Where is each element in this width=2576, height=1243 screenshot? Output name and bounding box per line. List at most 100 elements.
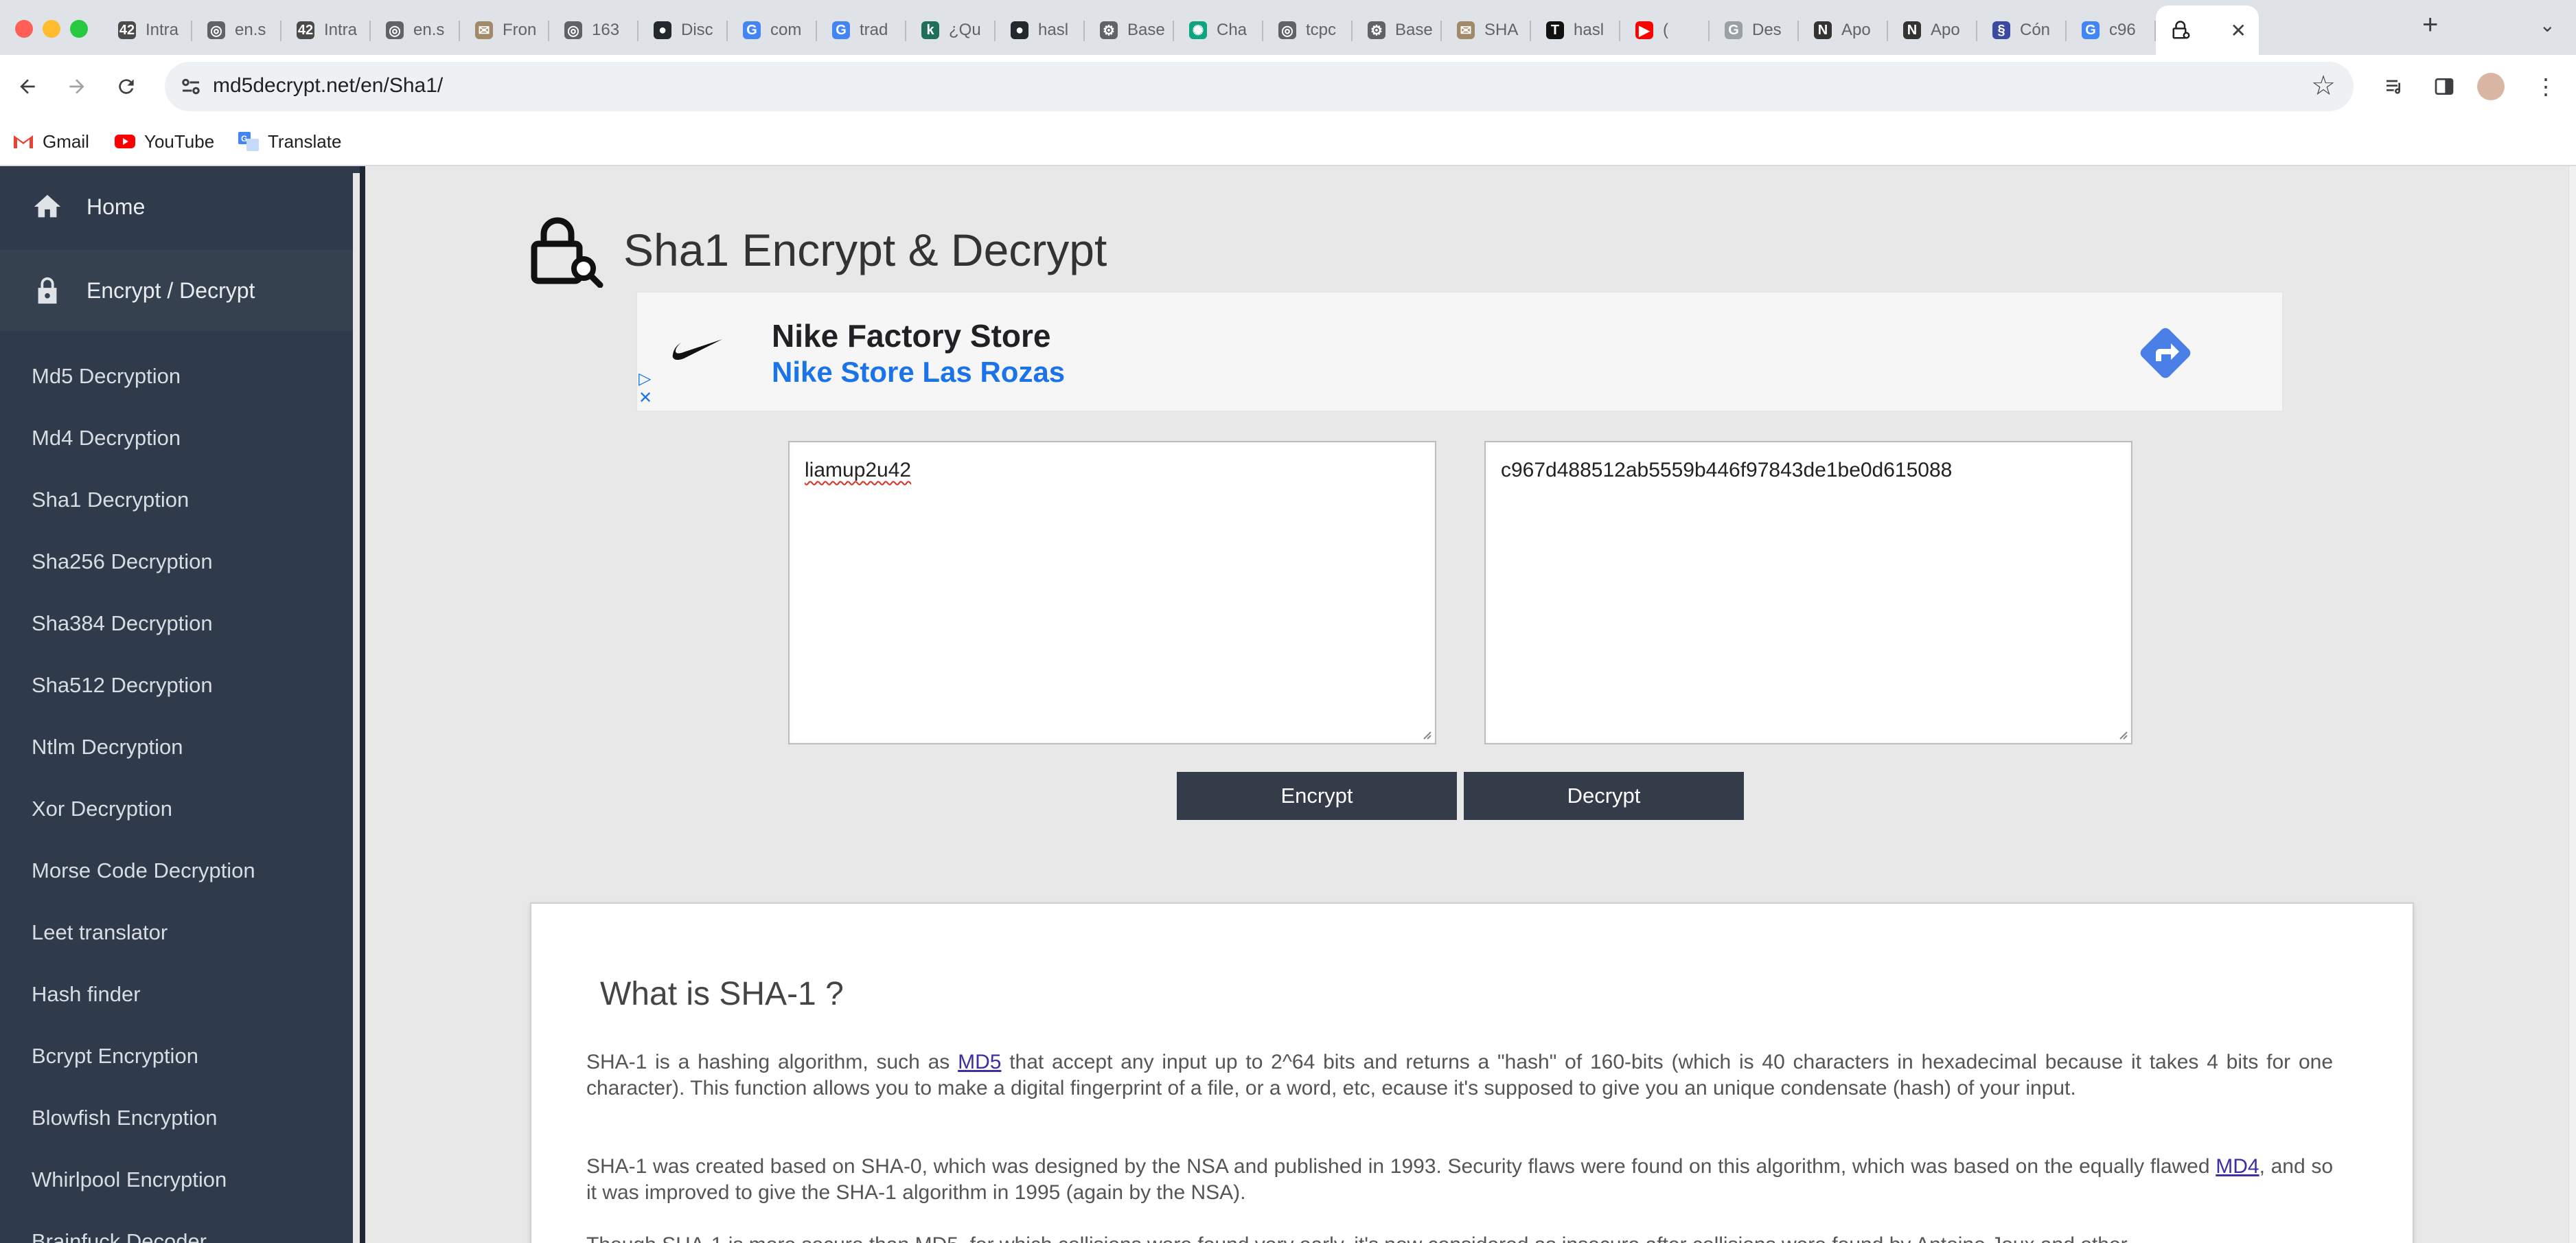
plaintext-value[interactable]: liamup2u42	[805, 459, 911, 482]
tab-22[interactable]: Gc96	[2067, 5, 2156, 55]
new-tab-button[interactable]: +	[2422, 10, 2438, 41]
resize-grip-icon[interactable]	[1420, 728, 1432, 740]
sidebar-link-blowfish-encryption[interactable]: Blowfish Encryption	[32, 1106, 218, 1130]
forward-button[interactable]	[58, 67, 96, 106]
md4-link[interactable]: MD4	[2216, 1155, 2259, 1178]
sidebar-item-home[interactable]: Home	[0, 166, 353, 247]
hash-textarea[interactable]: c967d488512ab5559b446f97843de1be0d615088	[1484, 441, 2132, 744]
youtube-icon: ▶	[1635, 21, 1653, 39]
tab-3[interactable]: ◎ en.s	[371, 5, 460, 55]
tab-12[interactable]: ✺ Cha	[1174, 5, 1263, 55]
main-content: Sha1 Encrypt & Decrypt Nike Factory Stor…	[365, 166, 2576, 1243]
back-button[interactable]	[8, 67, 47, 106]
tab-active[interactable]: ✕	[2156, 5, 2259, 55]
more-menu-icon[interactable]: ⋮	[2529, 70, 2562, 103]
tab-15[interactable]: ✉ SHA	[1442, 5, 1531, 55]
site-icon: §	[1992, 21, 2010, 39]
address-bar[interactable]: md5decrypt.net/en/Sha1/ ☆	[165, 62, 2354, 111]
sidebar-link-morse-code-decryption[interactable]: Morse Code Decryption	[32, 858, 255, 883]
zoom-window-button[interactable]	[70, 20, 88, 38]
md5-link[interactable]: MD5	[958, 1051, 1001, 1073]
tab-16[interactable]: Thasl	[1531, 5, 1620, 55]
plaintext-textarea[interactable]: liamup2u42	[788, 441, 1436, 744]
tab-13[interactable]: ◎ tcpc	[1263, 5, 1353, 55]
page-title: Sha1 Encrypt & Decrypt	[623, 225, 1107, 276]
sidebar-link-hash-finder[interactable]: Hash finder	[32, 982, 141, 1007]
bookmark-youtube[interactable]: YouTube	[114, 128, 214, 155]
tab-17[interactable]: ▶(	[1620, 5, 1710, 55]
minimize-window-button[interactable]	[43, 20, 60, 38]
tab-label: hasl	[1038, 21, 1069, 39]
chatgpt-icon: ✺	[1189, 21, 1207, 39]
sidebar-link-md5-decryption[interactable]: Md5 Decryption	[32, 364, 181, 389]
article-paragraph: Though SHA-1 is more secure than MD5, fo…	[586, 1232, 2333, 1243]
profile-avatar[interactable]	[2477, 73, 2505, 100]
sidebar-link-brainfuck-decoder[interactable]: Brainfuck Decoder	[32, 1229, 207, 1243]
sidebar-link-bcrypt-encryption[interactable]: Bcrypt Encryption	[32, 1044, 198, 1069]
tab-0[interactable]: 42 Intra	[103, 5, 192, 55]
notion-icon: N	[1903, 21, 1921, 39]
tab-2[interactable]: 42 Intra	[281, 5, 371, 55]
bookmark-gmail[interactable]: Gmail	[12, 128, 89, 155]
sidebar-link-sha256-decryption[interactable]: Sha256 Decryption	[32, 549, 213, 574]
sidebar-link-md4-decryption[interactable]: Md4 Decryption	[32, 426, 181, 451]
globe-icon: ◎	[386, 21, 404, 39]
tab-7[interactable]: Gcom	[728, 5, 817, 55]
encrypt-button[interactable]: Encrypt	[1177, 772, 1457, 820]
intra-icon: 42	[297, 21, 314, 39]
adchoices-icon[interactable]: ▷ ✕	[639, 369, 652, 408]
t-icon: T	[1546, 21, 1564, 39]
hash-value[interactable]: c967d488512ab5559b446f97843de1be0d615088	[1501, 459, 1952, 482]
side-panel-icon[interactable]	[2428, 70, 2461, 103]
decrypt-button[interactable]: Decrypt	[1464, 772, 1744, 820]
reading-list-icon[interactable]	[2378, 70, 2411, 103]
tab-4[interactable]: ✉ Fron	[460, 5, 549, 55]
tab-5[interactable]: ◎ 163	[549, 5, 639, 55]
sidebar-link-sha512-decryption[interactable]: Sha512 Decryption	[32, 673, 213, 698]
tab-20[interactable]: N Apo	[1888, 5, 1977, 55]
globe-icon: ◎	[207, 21, 225, 39]
sidebar-link-ntlm-decryption[interactable]: Ntlm Decryption	[32, 735, 183, 760]
sidebar-link-xor-decryption[interactable]: Xor Decryption	[32, 797, 172, 821]
sidebar-scrollbar[interactable]	[353, 173, 360, 1243]
site-info-icon[interactable]	[179, 74, 203, 99]
sidebar-item-encrypt-decrypt[interactable]: Encrypt / Decrypt	[0, 250, 353, 331]
reload-button[interactable]	[107, 67, 146, 106]
tab-strip: 42 Intra ◎ en.s 42 Intra ◎ en.s ✉ Fron ◎ 163 ● Disc Gc…	[0, 0, 2576, 55]
google-icon: G	[2082, 21, 2100, 39]
resize-grip-icon[interactable]	[2116, 728, 2128, 740]
close-tab-icon[interactable]: ✕	[2231, 19, 2246, 42]
url-text[interactable]: md5decrypt.net/en/Sha1/	[213, 74, 443, 98]
ad-branch-link[interactable]: Nike Store Las Rozas	[772, 356, 1065, 389]
tab-1[interactable]: ◎ en.s	[192, 5, 281, 55]
sidebar-link-sha1-decryption[interactable]: Sha1 Decryption	[32, 488, 189, 512]
tab-search-chevron-icon[interactable]: ⌄	[2540, 14, 2555, 36]
close-window-button[interactable]	[15, 20, 33, 38]
tab-label: Cón	[2020, 21, 2051, 39]
bookmark-translate[interactable]: G Translate	[238, 128, 341, 155]
tab-8[interactable]: Gtrad	[817, 5, 906, 55]
tab-18[interactable]: G Des	[1710, 5, 1799, 55]
page-scrollbar[interactable]	[2568, 166, 2576, 1243]
advertisement-banner[interactable]: Nike Factory Store Nike Store Las Rozas …	[636, 291, 2284, 412]
tab-10[interactable]: ● hasl	[996, 5, 1085, 55]
tab-11[interactable]: ⚙ Base	[1085, 5, 1174, 55]
tab-label: Cha	[1217, 21, 1247, 39]
tab-9[interactable]: k ¿Qu	[906, 5, 996, 55]
tab-19[interactable]: N Apo	[1799, 5, 1888, 55]
sidebar-link-whirlpool-encryption[interactable]: Whirlpool Encryption	[32, 1167, 227, 1192]
tab-21[interactable]: § Cón	[1977, 5, 2067, 55]
paragraph-text: SHA-1 is a hashing algorithm, such as	[586, 1051, 958, 1073]
sidebar-link-leet-translator[interactable]: Leet translator	[32, 920, 168, 945]
sidebar-link-sha384-decryption[interactable]: Sha384 Decryption	[32, 611, 213, 636]
ad-store-name[interactable]: Nike Factory Store	[772, 317, 1050, 354]
tab-label: hasl	[1574, 21, 1605, 39]
arrow-left-icon	[20, 79, 35, 94]
tab-label: en.s	[235, 21, 266, 39]
bookmark-star-icon[interactable]: ☆	[2311, 70, 2336, 102]
browser-toolbar: md5decrypt.net/en/Sha1/ ☆ ⋮	[0, 55, 2576, 118]
directions-icon[interactable]	[2134, 321, 2197, 385]
tab-6[interactable]: ● Disc	[639, 5, 728, 55]
tab-14[interactable]: ⚙ Base	[1353, 5, 1442, 55]
tab-label: SHA	[1484, 21, 1519, 39]
